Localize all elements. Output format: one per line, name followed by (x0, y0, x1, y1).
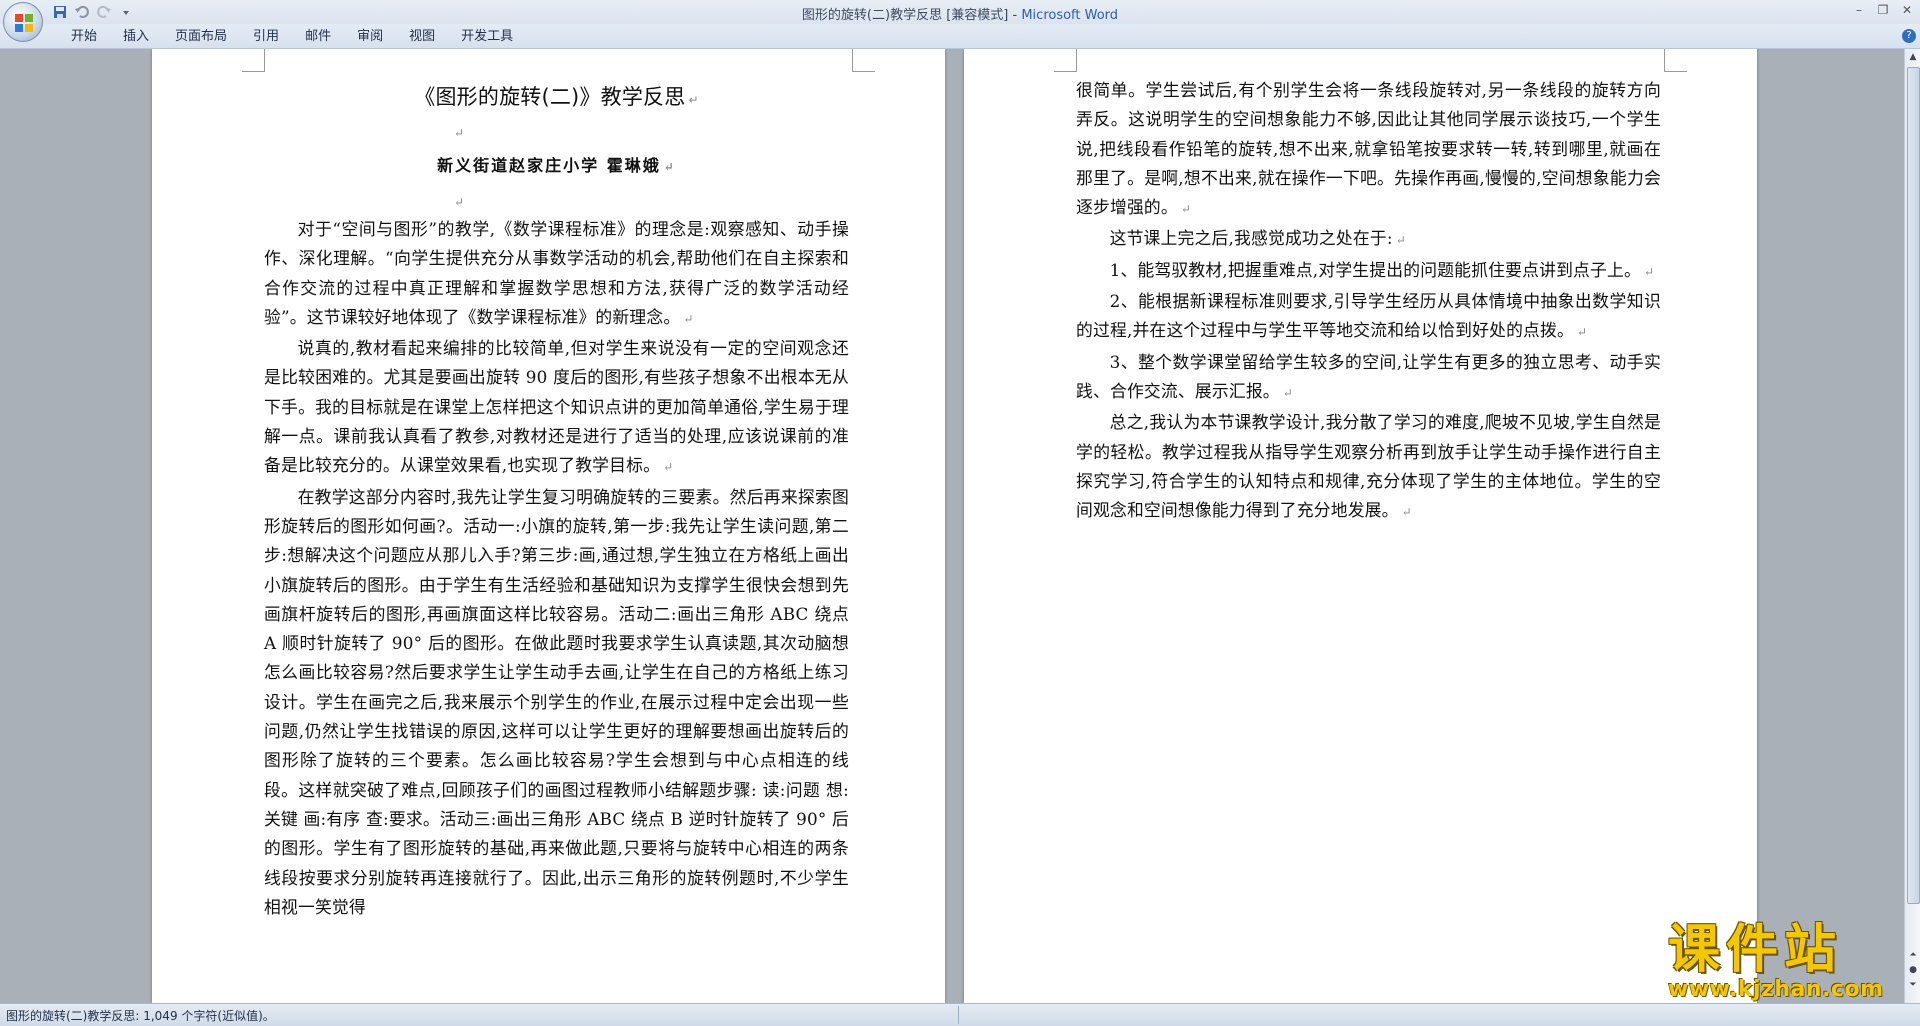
document-area: 《图形的旋转(二)》教学反思 ↵ ↵ 新义街道赵家庄小学 霍琳娥 ↵ ↵ 对于“空间… (0, 49, 1904, 1003)
paragraph: 对于“空间与图形”的教学,《数学课程标准》的理念是:观察感知、动手操作、深化理解… (264, 219, 849, 327)
tab-mailings[interactable]: 邮件 (292, 29, 344, 45)
watermark-logo: 课件站 www.kjzhan.com (1668, 922, 1900, 1002)
watermark-title: 课件站 (1668, 920, 1843, 980)
status-word-count[interactable]: 图形的旋转(二)教学反思: 1,049 个字符(近似值)。 (6, 1007, 275, 1024)
tab-view[interactable]: 视图 (396, 29, 448, 45)
page-left-content: 《图形的旋转(二)》教学反思 ↵ ↵ 新义街道赵家庄小学 霍琳娥 ↵ ↵ 对于“空间… (264, 49, 849, 922)
close-icon[interactable]: ✕ (1900, 3, 1914, 17)
window-controls: – ❐ ✕ (1852, 3, 1914, 17)
scrollbar-thumb[interactable] (1907, 67, 1920, 904)
tab-home[interactable]: 开始 (58, 29, 110, 45)
document-author: 新义街道赵家庄小学 霍琳娥 ↵ (437, 156, 676, 175)
paragraph: 在教学这部分内容时,我先让学生复习明确旋转的三要素。然后再来探索图形旋转后的图形… (264, 486, 849, 917)
scroll-up-icon[interactable]: ▲ (1907, 51, 1919, 63)
next-page-icon[interactable]: ⏷ (1907, 979, 1919, 991)
title-bar: 图形的旋转(二)教学反思 [兼容模式] - Microsoft Word – ❐… (0, 0, 1920, 42)
empty-line: ↵ (454, 126, 465, 140)
paragraph: 3、整个数学课堂留给学生较多的空间,让学生有更多的独立思考、动手实践、合作交流、… (1076, 351, 1661, 401)
status-bar: 图形的旋转(二)教学反思: 1,049 个字符(近似值)。 (0, 1003, 1920, 1026)
margin-corner-mark (242, 49, 265, 72)
paragraph: 说真的,教材看起来编排的比较简单,但对学生来说没有一定的空间观念还是比较困难的。… (264, 338, 849, 476)
page-right[interactable]: 很简单。学生尝试后,有个别学生会将一条线段旋转对,另一条线段的旋转方向弄反。这说… (964, 49, 1757, 1003)
empty-line: ↵ (454, 195, 465, 209)
minimize-icon[interactable]: – (1852, 3, 1866, 17)
margin-corner-mark (1664, 49, 1687, 72)
paragraph: 总之,我认为本节课教学设计,我分散了学习的难度,爬坡不见坡,学生自然是学的轻松。… (1076, 412, 1661, 521)
title-separator: - (1008, 8, 1022, 23)
margin-corner-mark (852, 49, 875, 72)
office-button[interactable] (3, 2, 43, 42)
paragraph: 这节课上完之后,我感觉成功之处在于: ↵ (1109, 228, 1406, 249)
ribbon-tabs: 开始 插入 页面布局 引用 邮件 审阅 视图 开发工具 ? (0, 24, 1920, 49)
paragraph: 1、能驾驭教材,把握重难点,对学生提出的问题能抓住要点讲到点子上。 ↵ (1109, 259, 1655, 280)
page-left[interactable]: 《图形的旋转(二)》教学反思 ↵ ↵ 新义街道赵家庄小学 霍琳娥 ↵ ↵ 对于“空间… (152, 49, 945, 1003)
document-name: 图形的旋转(二)教学反思 (801, 8, 943, 23)
document-title: 《图形的旋转(二)》教学反思 ↵ (414, 85, 699, 109)
tab-insert[interactable]: 插入 (110, 29, 162, 45)
margin-corner-mark (1054, 49, 1077, 72)
page-right-content: 很简单。学生尝试后,有个别学生会将一条线段旋转对,另一条线段的旋转方向弄反。这说… (1076, 76, 1661, 527)
restore-icon[interactable]: ❐ (1876, 3, 1890, 17)
help-icon[interactable]: ? (1902, 29, 1916, 43)
tab-review[interactable]: 审阅 (344, 29, 396, 45)
office-logo-icon (15, 14, 33, 32)
tab-page-layout[interactable]: 页面布局 (162, 29, 240, 45)
status-divider (958, 1006, 959, 1024)
paragraph: 很简单。学生尝试后,有个别学生会将一条线段旋转对,另一条线段的旋转方向弄反。这说… (1076, 80, 1661, 218)
tab-developer[interactable]: 开发工具 (448, 29, 526, 45)
paragraph: 2、能根据新课程标准则要求,引导学生经历从具体情境中抽象出数学知识的过程,并在这… (1076, 291, 1661, 341)
previous-page-icon[interactable]: ⏶ (1907, 949, 1919, 961)
tab-references[interactable]: 引用 (240, 29, 292, 45)
app-name: Microsoft Word (1021, 8, 1119, 23)
watermark-url: www.kjzhan.com (1668, 977, 1884, 1002)
window-title: 图形的旋转(二)教学反思 [兼容模式] - Microsoft Word (0, 4, 1920, 23)
vertical-scrollbar[interactable]: ▲ ⏶ ● ⏷ (1904, 49, 1920, 1003)
browse-object-icon[interactable]: ● (1907, 964, 1919, 976)
compat-mode-label: [兼容模式] (946, 8, 1009, 23)
